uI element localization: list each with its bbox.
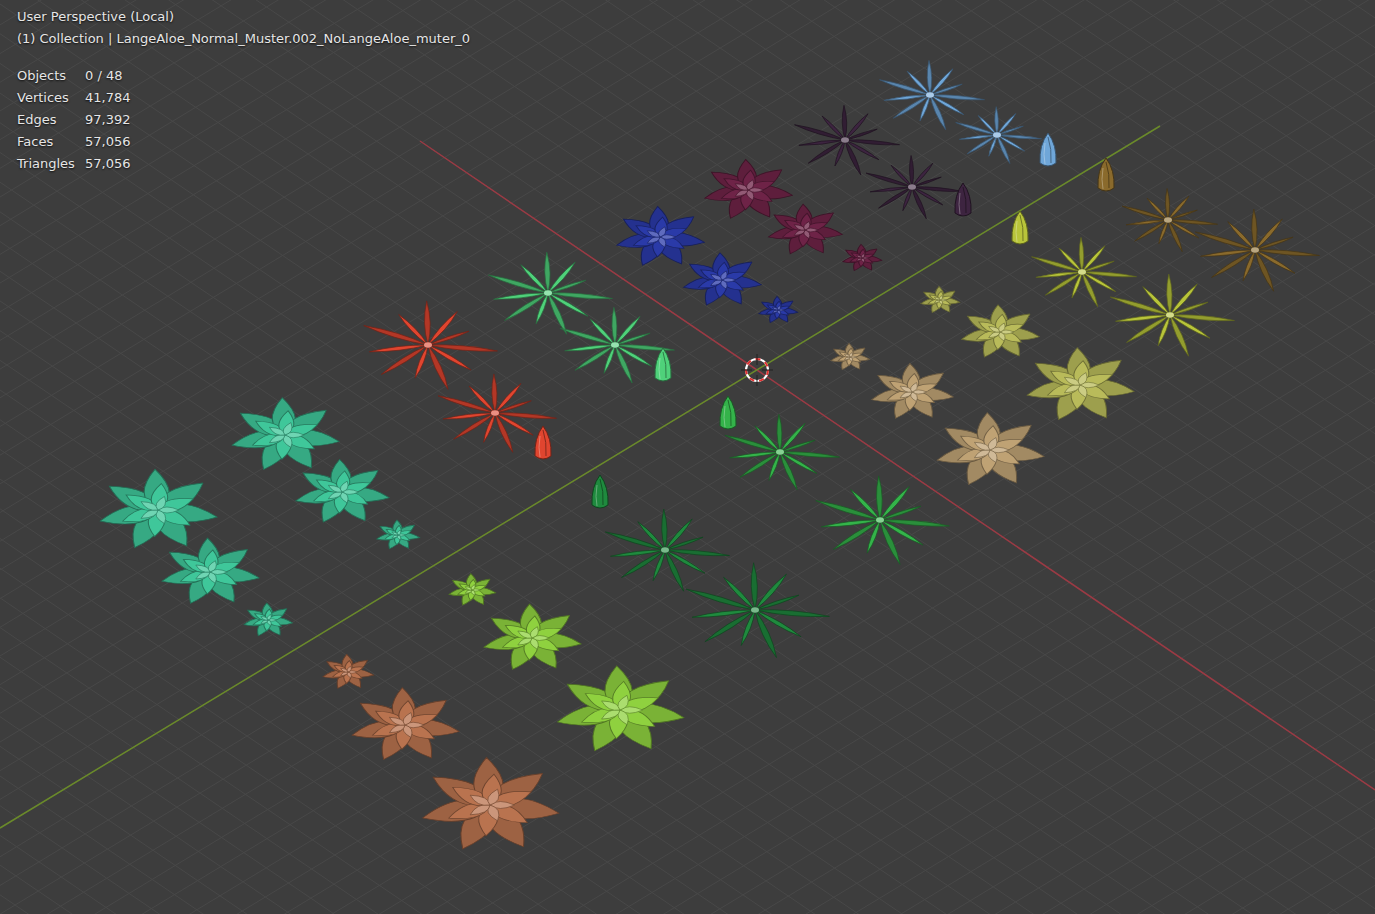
stat-label: Objects [17,65,85,87]
rosette-plant[interactable] [554,665,687,754]
rosette-plant[interactable] [681,253,763,308]
rosette-plant[interactable] [481,604,583,672]
stat-value: 57,056 [85,131,470,153]
bud-plant[interactable] [655,348,671,381]
aloe-plant[interactable] [724,414,840,490]
viewport-canvas[interactable] [0,0,1375,914]
bud-plant[interactable] [1040,133,1056,166]
rosette-plant[interactable] [842,244,883,271]
aloe-plant[interactable] [865,155,962,219]
rosette-plant[interactable] [766,204,844,256]
scene-stats: Objects0 / 48Vertices41,784Edges97,392Fa… [17,65,470,175]
bud-plant[interactable] [720,396,736,429]
bud-plant[interactable] [592,475,608,508]
rosette-plant[interactable] [959,305,1041,360]
rosette-plant[interactable] [419,757,562,853]
rosette-plant[interactable] [934,412,1046,487]
bud-plant[interactable] [1098,158,1114,191]
bud-plant[interactable] [535,426,551,459]
aloe-plant[interactable] [794,105,900,175]
view-label: User Perspective (Local) [17,6,470,28]
rosette-plant[interactable] [614,206,706,268]
stat-value: 97,392 [85,109,470,131]
rosette-plant[interactable] [1024,347,1136,422]
collection-label: (1) Collection | LangeAloe_Normal_Muster… [17,28,470,50]
aloe-plant[interactable] [955,107,1042,164]
aloe-plant[interactable] [362,301,497,390]
rosette-plant[interactable] [229,397,341,472]
stat-label: Faces [17,131,85,153]
viewport-info: User Perspective (Local)(1) Collection |… [17,6,470,175]
floor-grid [0,0,1375,914]
rosette-plant[interactable] [159,538,261,606]
rosette-plant[interactable] [702,159,794,221]
rosette-plant[interactable] [448,574,497,607]
rosette-plant[interactable] [758,296,799,323]
rosette-plant[interactable] [920,286,961,313]
aloe-plant[interactable] [879,60,985,130]
rosette-plant[interactable] [97,469,219,551]
rosette-plant[interactable] [349,687,461,762]
3d-viewport[interactable]: User Perspective (Local)(1) Collection |… [0,0,1375,914]
bud-plant[interactable] [955,183,971,216]
rosette-plant[interactable] [830,343,871,370]
aloe-plant[interactable] [559,307,675,383]
rosette-plant[interactable] [293,459,391,525]
x-axis-line [420,141,1375,790]
aloe-plant[interactable] [685,563,830,659]
rosette-plant[interactable] [869,363,955,420]
aloe-plant[interactable] [814,476,949,565]
aloe-plant[interactable] [1109,274,1235,357]
stat-label: Edges [17,109,85,131]
stat-label: Vertices [17,87,85,109]
bud-plant[interactable] [1012,211,1028,244]
3d-cursor-icon[interactable] [741,354,773,386]
stat-value: 0 / 48 [85,65,470,87]
aloe-plant[interactable] [1194,209,1320,292]
stat-value: 57,056 [85,153,470,175]
rosette-plant[interactable] [321,654,374,690]
rosette-plant[interactable] [376,520,421,550]
aloe-plant[interactable] [604,509,730,592]
stat-label: Triangles [17,153,85,175]
aloe-plant[interactable] [1031,237,1137,307]
y-axis-line [0,126,1160,828]
aloe-plant[interactable] [1121,188,1218,252]
stat-value: 41,784 [85,87,470,109]
rosette-plant[interactable] [243,603,294,637]
